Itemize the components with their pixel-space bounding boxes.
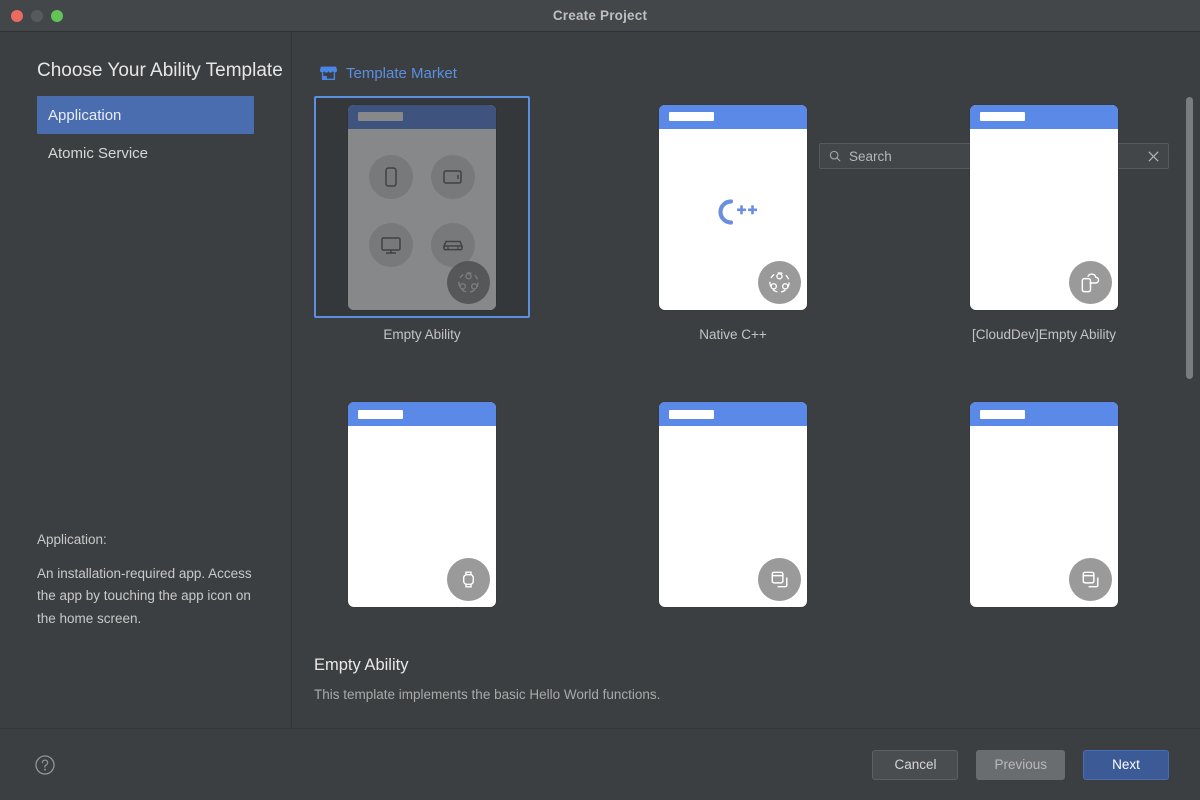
dialog-body: Choose Your Ability Template Application… (0, 32, 1200, 728)
template-label: Native C++ (699, 327, 767, 342)
previous-button[interactable]: Previous (976, 749, 1065, 780)
template-label: [CloudDev]Empty Ability (971, 327, 1117, 342)
template-grid-area: Empty Ability Native C++ [CloudDev]Empty… (292, 92, 1200, 644)
window-controls (0, 9, 63, 22)
multi-window-icon (758, 558, 801, 601)
category-description-body: An installation-required app. Access the… (37, 565, 252, 626)
window-title: Create Project (552, 8, 648, 23)
multi-window-icon (1069, 558, 1112, 601)
thumbnail-header (659, 402, 807, 426)
template-thumbnail-frame (625, 96, 841, 318)
thumbnail-title-placeholder (980, 409, 1025, 419)
template-card-clouddev-empty-ability[interactable]: [CloudDev]Empty Ability (936, 96, 1152, 362)
thumbnail-header (659, 104, 807, 129)
template-thumbnail (970, 402, 1118, 607)
thumbnail-body (659, 426, 807, 607)
distributed-icon (758, 260, 801, 304)
template-card-empty-ability[interactable]: Empty Ability (314, 96, 530, 362)
template-market-row: Template Market (292, 32, 1200, 92)
template-thumbnail (659, 402, 807, 607)
template-card-5[interactable] (625, 394, 841, 645)
template-thumbnail-frame (625, 394, 841, 616)
thumbnail-header (348, 402, 496, 426)
right-panel: Template Market Search Empty Ability Nat… (292, 32, 1200, 728)
dialog-footer: Cancel Previous Next (0, 728, 1200, 800)
thumbnail-title-placeholder (980, 112, 1025, 121)
thumbnail-header (970, 104, 1118, 129)
left-panel: Choose Your Ability Template Application… (0, 32, 292, 728)
template-market-link[interactable]: Template Market (346, 65, 457, 82)
footer-buttons: Cancel Previous Next (872, 749, 1169, 780)
sidebar-item-atomic-service[interactable]: Atomic Service (37, 134, 254, 172)
thumbnail-body (659, 129, 807, 310)
help-circle-icon[interactable] (34, 754, 56, 776)
template-thumbnail (970, 104, 1118, 310)
template-card-4[interactable] (314, 394, 530, 645)
template-detail-text: This template implements the basic Hello… (314, 687, 661, 702)
template-thumbnail (348, 104, 496, 310)
template-grid: Empty Ability Native C++ [CloudDev]Empty… (292, 92, 1176, 644)
cpp-logo-icon (659, 193, 807, 231)
thumbnail-title-placeholder (358, 409, 403, 419)
minimize-window-button[interactable] (31, 9, 43, 22)
sidebar-item-label: Atomic Service (48, 144, 149, 162)
template-thumbnail-frame (314, 394, 530, 616)
next-button[interactable]: Next (1083, 749, 1169, 780)
template-thumbnail-frame (936, 394, 1152, 616)
selection-overlay (348, 104, 496, 310)
thumbnail-body (348, 426, 496, 607)
sidebar-item-application[interactable]: Application (37, 96, 254, 134)
sidebar-item-label: Application (48, 106, 122, 124)
template-label: Empty Ability (383, 327, 461, 342)
thumbnail-title-placeholder (669, 409, 714, 419)
cloud-phone-icon (1069, 260, 1112, 304)
template-detail-title: Empty Ability (314, 656, 409, 674)
title-bar: Create Project (0, 0, 1200, 32)
thumbnail-body (970, 426, 1118, 607)
thumbnail-header (970, 402, 1118, 426)
shop-icon (320, 66, 337, 80)
category-description-title: Application: (37, 531, 107, 547)
template-thumbnail (659, 104, 807, 310)
template-grid-scrollbar[interactable] (1186, 97, 1193, 379)
thumbnail-body (970, 129, 1118, 310)
thumbnail-title-placeholder (669, 112, 714, 121)
watch-icon (447, 558, 490, 601)
template-card-6[interactable] (936, 394, 1152, 645)
template-thumbnail-frame (936, 96, 1152, 318)
zoom-window-button[interactable] (51, 9, 63, 22)
create-project-window: Create Project Choose Your Ability Templ… (0, 0, 1200, 800)
cancel-button[interactable]: Cancel (872, 749, 959, 780)
template-thumbnail-frame (314, 96, 530, 318)
template-thumbnail (348, 402, 496, 607)
ability-category-list: Application Atomic Service (0, 96, 291, 172)
page-title: Choose Your Ability Template (37, 60, 283, 81)
category-description: Application: An installation-required ap… (0, 532, 291, 729)
template-card-native-cpp[interactable]: Native C++ (625, 96, 841, 362)
close-window-button[interactable] (11, 9, 23, 22)
template-detail: Empty Ability This template implements t… (292, 644, 1200, 728)
